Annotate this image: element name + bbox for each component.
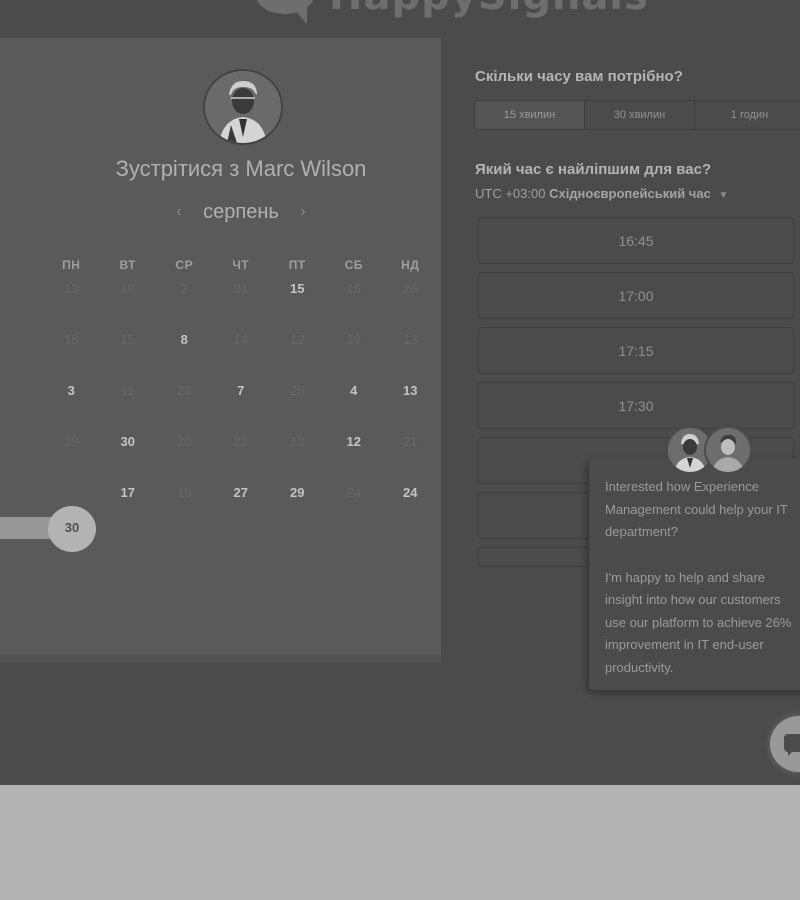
- chevron-right-icon[interactable]: ›: [300, 203, 305, 221]
- calendar-day-unavailable: 20: [177, 434, 192, 449]
- chat-paragraph-2: I'm happy to help and share insight into …: [605, 567, 800, 680]
- month-navigation: ‹ серпень ›: [0, 201, 482, 224]
- weekday-header: ПН ВТ СР ЧТ ПТ СБ НД: [43, 258, 439, 272]
- calendar-day-unavailable: 29: [64, 434, 79, 449]
- calendar-day-available[interactable]: 24: [382, 480, 439, 531]
- chat-line: productivity.: [605, 659, 674, 675]
- chat-bubble-icon[interactable]: [770, 716, 800, 772]
- chat-line: Interested how Experience: [605, 479, 759, 494]
- calendar-day-available[interactable]: 3: [43, 378, 100, 429]
- brand-name: HappySignals: [329, 0, 649, 16]
- chat-message: Interested how Experience Management coul…: [605, 476, 800, 679]
- weekday-label: СБ: [344, 258, 363, 272]
- calendar-day-unavailable: 13: [290, 434, 305, 449]
- chat-paragraph-1: Interested how Experience Management coul…: [605, 476, 800, 544]
- scheduler-page: HappySignals Зустрітися з Marc Wilson ‹ …: [0, 0, 800, 785]
- weekday-label: ПН: [62, 258, 81, 272]
- calendar-day-unavailable: 15: [120, 332, 135, 347]
- happysignals-logo-icon: [255, 0, 319, 24]
- host-avatar: [203, 69, 283, 145]
- month-label: серпень: [203, 201, 279, 223]
- calendar-day-available[interactable]: 15: [269, 276, 326, 327]
- chat-line: I'm happy to help and share: [605, 569, 766, 585]
- calendar-day-unavailable: 18: [64, 332, 79, 347]
- calendar-day-unavailable: 26: [403, 281, 418, 296]
- calendar-day-unavailable: 21: [403, 434, 418, 449]
- duration-tabs: 15 хвилин 30 хвилин 1 годин: [474, 100, 800, 130]
- timezone-offset: UTC +03:00: [475, 186, 546, 201]
- weekday-label: ВТ: [119, 258, 137, 272]
- timezone-name: Східноєвропейський час: [549, 186, 711, 201]
- calendar-day-unavailable: 25: [290, 383, 305, 398]
- duration-option[interactable]: 1 годин: [695, 101, 800, 129]
- calendar-day-unavailable: 24: [346, 485, 361, 500]
- calendar-day-available[interactable]: 12: [326, 429, 383, 480]
- weekday-label: ЧТ: [232, 258, 250, 272]
- chat-line: department?: [605, 524, 678, 539]
- calendar-grid: 13 10 2 31 15 16 26 18 15 8 14 12 16 13 3 11 23 7 25 4 13 29 3…: [43, 276, 439, 531]
- caret-down-icon: ▼: [718, 190, 729, 201]
- calendar-day-unavailable: 13: [64, 281, 79, 296]
- calendar-day-unavailable: 14: [233, 332, 248, 347]
- calendar-day-unavailable: 2: [180, 281, 188, 296]
- timezone-selector[interactable]: UTC +03:00 Східноєвропейський час ▼: [475, 186, 728, 201]
- weekday-label: СР: [175, 258, 194, 272]
- calendar-day-available[interactable]: 4: [326, 378, 383, 429]
- calendar-day-available[interactable]: 13: [382, 378, 439, 429]
- calendar-day-unavailable: 12: [290, 332, 305, 347]
- chat-line: improvement in IT end-user: [605, 637, 764, 652]
- page-background: [0, 785, 800, 900]
- chevron-left-icon[interactable]: ‹: [176, 203, 181, 221]
- calendar-day-unavailable: 23: [177, 383, 192, 398]
- duration-question: Скільки часу вам потрібно?: [475, 68, 683, 85]
- chat-line: insight into how our customers: [605, 592, 781, 607]
- chat-agent-avatars: [666, 426, 756, 474]
- time-slot-button[interactable]: 16:45: [478, 217, 794, 264]
- meet-title: Зустрітися з Marc Wilson: [115, 156, 367, 181]
- calendar-day-available[interactable]: 29: [269, 480, 326, 531]
- calendar-day-available[interactable]: 8: [156, 327, 213, 378]
- calendar-day-available[interactable]: 30: [100, 429, 157, 480]
- weekday-label: ПТ: [288, 258, 306, 272]
- calendar-day-unavailable: 10: [120, 281, 135, 296]
- calendar-day-available[interactable]: 17: [100, 480, 157, 531]
- calendar-day-unavailable: 22: [233, 434, 248, 449]
- brand-header: HappySignals: [255, 0, 649, 24]
- calendar-day-unavailable: 11: [121, 383, 135, 398]
- panel-divider: [0, 655, 441, 663]
- duration-option[interactable]: 15 хвилин: [475, 101, 585, 129]
- selected-day[interactable]: 30: [48, 506, 96, 552]
- chat-line: Management could help your IT: [605, 501, 788, 517]
- duration-option[interactable]: 30 хвилин: [585, 101, 695, 129]
- weekday-label: НД: [401, 258, 420, 272]
- calendar-day-unavailable: 16: [346, 332, 361, 347]
- calendar-day-available[interactable]: 7: [213, 378, 270, 429]
- agent-avatar: [704, 426, 752, 474]
- time-slot-button[interactable]: 17:15: [478, 327, 794, 374]
- time-slot-button[interactable]: 17:00: [478, 272, 794, 319]
- calendar-day-unavailable: 13: [403, 332, 418, 347]
- chat-line: use our platform to achieve 26%: [605, 614, 792, 630]
- time-question: Який час є найліпшим для вас?: [475, 161, 712, 178]
- time-slot-button[interactable]: 17:30: [478, 382, 794, 429]
- calendar-day-unavailable: 31: [233, 281, 248, 296]
- calendar-day-unavailable: 16: [346, 281, 361, 296]
- calendar-day-unavailable: 19: [177, 485, 192, 500]
- calendar-day-available[interactable]: 27: [213, 480, 270, 531]
